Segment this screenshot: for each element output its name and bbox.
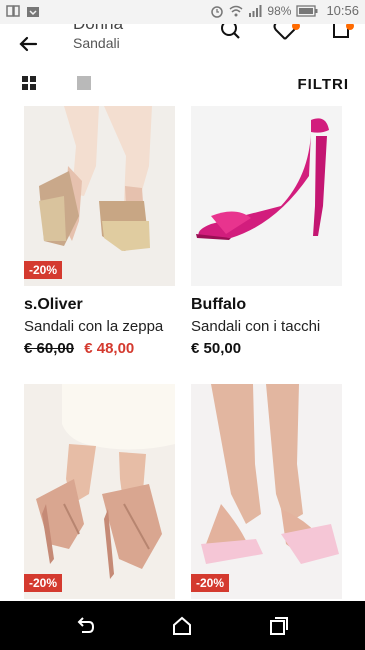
product-name: Sandali con i tacchi (191, 318, 321, 335)
product-brand: s.Oliver (24, 296, 83, 313)
product-name: Sandali con la zeppa (24, 318, 164, 335)
heeled-sandals-image (191, 106, 342, 286)
status-bar: 98% 10:56 (0, 0, 365, 24)
wedge-sandals-image (24, 106, 175, 286)
product-prices: € 60,00 € 48,00 (24, 340, 175, 357)
product-card[interactable]: -20% (24, 384, 175, 599)
wishlist-badge (292, 24, 300, 30)
app-icon (6, 5, 20, 17)
product-card[interactable]: -20% s.Oliver Sandali con la zeppa € 60,… (24, 106, 175, 357)
alarm-icon (211, 5, 224, 18)
filter-button[interactable]: FILTRI (297, 76, 349, 93)
flip-flops-image (191, 384, 342, 599)
app-header: Donna Sandali (0, 24, 365, 64)
search-icon[interactable] (218, 24, 244, 46)
battery-icon (296, 4, 318, 17)
sale-price: € 48,00 (84, 340, 135, 357)
single-view-icon[interactable] (77, 76, 91, 90)
original-price: € 60,00 (24, 340, 75, 357)
grid-view-icon[interactable] (22, 76, 36, 90)
discount-badge: -20% (24, 574, 63, 592)
page-subtitle: Sandali (73, 35, 120, 51)
back-icon[interactable] (74, 615, 96, 637)
product-card[interactable]: Buffalo Sandali con i tacchi € 50,00 (191, 106, 342, 357)
discount-badge: -20% (191, 574, 230, 592)
clock: 10:56 (326, 3, 359, 18)
price: € 50,00 (191, 340, 242, 357)
product-card[interactable]: -20% (191, 384, 342, 599)
download-icon (27, 7, 39, 17)
product-prices: € 50,00 (191, 340, 342, 357)
battery-percent: 98% (267, 3, 292, 18)
wifi-icon (229, 5, 243, 16)
recent-apps-icon[interactable] (268, 615, 290, 637)
discount-badge: -20% (24, 261, 63, 279)
product-image: -20% (191, 384, 342, 599)
product-image: -20% (24, 106, 175, 286)
view-toolbar: FILTRI (0, 64, 365, 104)
strappy-heels-image (24, 384, 175, 599)
product-image (191, 106, 342, 286)
back-arrow-icon[interactable] (14, 30, 42, 58)
home-icon[interactable] (171, 615, 193, 637)
android-nav-bar (0, 601, 365, 650)
page-title: Donna (73, 24, 123, 34)
product-brand: Buffalo (191, 296, 247, 313)
product-image: -20% (24, 384, 175, 599)
signal-icon (249, 4, 262, 17)
